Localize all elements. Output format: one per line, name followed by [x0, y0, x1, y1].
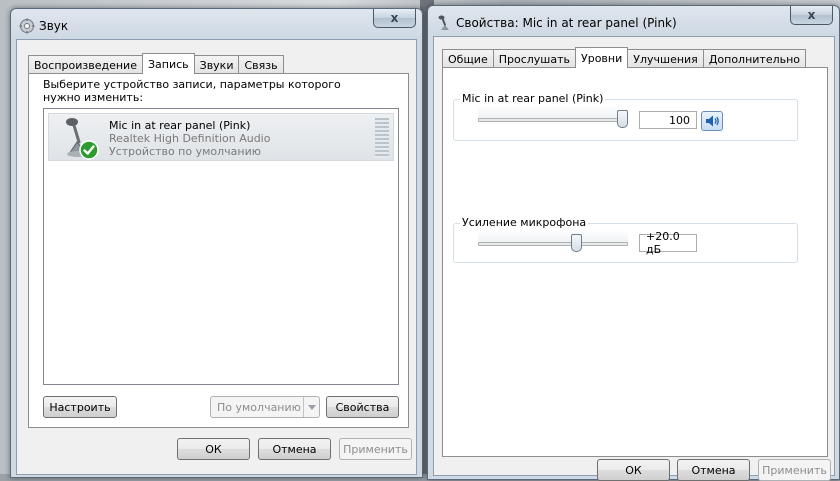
mic-boost-label: Усиление микрофона	[460, 216, 589, 229]
tab-enhancements[interactable]: Улучшения	[627, 49, 704, 68]
apply-button[interactable]: Применить	[758, 459, 831, 481]
tab-playback[interactable]: Воспроизведение	[28, 55, 143, 74]
tab-general[interactable]: Общие	[442, 49, 494, 68]
chevron-down-icon	[303, 397, 319, 417]
microphone-small-icon	[436, 15, 452, 31]
mic-boost-slider-track[interactable]	[478, 242, 628, 246]
window-title: Звук	[39, 19, 69, 33]
tab-listen[interactable]: Прослушать	[492, 49, 577, 68]
device-text: Mic in at rear panel (Pink) Realtek High…	[109, 119, 270, 158]
window-title: Свойства: Mic in at rear panel (Pink)	[456, 16, 677, 30]
sound-settings-icon	[19, 18, 35, 34]
mic-level-value: 100	[669, 113, 690, 127]
sound-window: Звук x Воспроизведение Запись Звуки Связ…	[10, 8, 423, 478]
tab-advanced[interactable]: Дополнительно	[702, 49, 807, 68]
properties-button[interactable]: Свойства	[326, 396, 399, 418]
mic-level-value-field[interactable]: 100	[639, 111, 697, 129]
ok-button[interactable]: ОК	[177, 438, 250, 460]
close-button[interactable]: x	[790, 6, 833, 25]
cancel-button[interactable]: Отмена	[677, 459, 750, 481]
device-driver: Realtek High Definition Audio	[109, 132, 271, 145]
device-list[interactable]: Mic in at rear panel (Pink) Realtek High…	[43, 108, 399, 385]
level-meter	[375, 118, 389, 158]
sound-tabs: Воспроизведение Запись Звуки Связь	[28, 53, 284, 74]
mic-level-slider-thumb[interactable]	[617, 110, 628, 128]
tab-levels[interactable]: Уровни	[575, 47, 629, 68]
mic-boost-slider-thumb[interactable]	[571, 234, 583, 252]
device-name: Mic in at rear panel (Pink)	[109, 119, 251, 132]
close-button[interactable]: x	[373, 9, 416, 28]
properties-tabs: Общие Прослушать Уровни Улучшения Дополн…	[442, 47, 807, 68]
levels-tab-panel: Mic in at rear panel (Pink) 100 Усиление…	[442, 67, 828, 457]
device-row-mic[interactable]: Mic in at rear panel (Pink) Realtek High…	[48, 113, 394, 161]
mic-boost-value: +20.0 дБ	[646, 230, 680, 256]
set-default-button[interactable]: По умолчанию	[210, 396, 320, 418]
mic-level-group: Mic in at rear panel (Pink) 100	[453, 92, 798, 141]
properties-client-area: Общие Прослушать Уровни Улучшения Дополн…	[433, 36, 835, 481]
mic-boost-value-field[interactable]: +20.0 дБ	[639, 230, 697, 256]
mute-toggle-button[interactable]	[701, 111, 723, 131]
configure-button[interactable]: Настроить	[43, 396, 117, 418]
ok-button[interactable]: ОК	[597, 459, 670, 481]
device-status: Устройство по умолчанию	[109, 145, 262, 158]
mic-boost-group: Усиление микрофона +20.0 дБ	[453, 216, 798, 263]
instruction-text: Выберите устройство записи, параметры ко…	[43, 78, 341, 104]
set-default-label: По умолчанию	[217, 400, 301, 414]
tab-communications[interactable]: Связь	[238, 55, 284, 74]
sound-client-area: Воспроизведение Запись Звуки Связь Выбер…	[16, 39, 417, 475]
cancel-button[interactable]: Отмена	[258, 438, 331, 460]
mic-level-label: Mic in at rear panel (Pink)	[460, 92, 606, 105]
speaker-icon	[705, 114, 720, 131]
tab-recording[interactable]: Запись	[141, 53, 195, 74]
group-separator	[455, 196, 808, 197]
default-device-check-icon	[79, 140, 99, 160]
sound-window-titlebar[interactable]: Звук x	[11, 9, 422, 39]
recording-tab-panel: Выберите устройство записи, параметры ко…	[28, 73, 409, 428]
properties-window: Свойства: Mic in at rear panel (Pink) x …	[427, 5, 840, 481]
tab-sounds[interactable]: Звуки	[193, 55, 240, 74]
apply-button[interactable]: Применить	[339, 438, 412, 460]
mic-level-slider-track[interactable]	[478, 118, 628, 122]
properties-window-titlebar[interactable]: Свойства: Mic in at rear panel (Pink) x	[428, 6, 839, 36]
